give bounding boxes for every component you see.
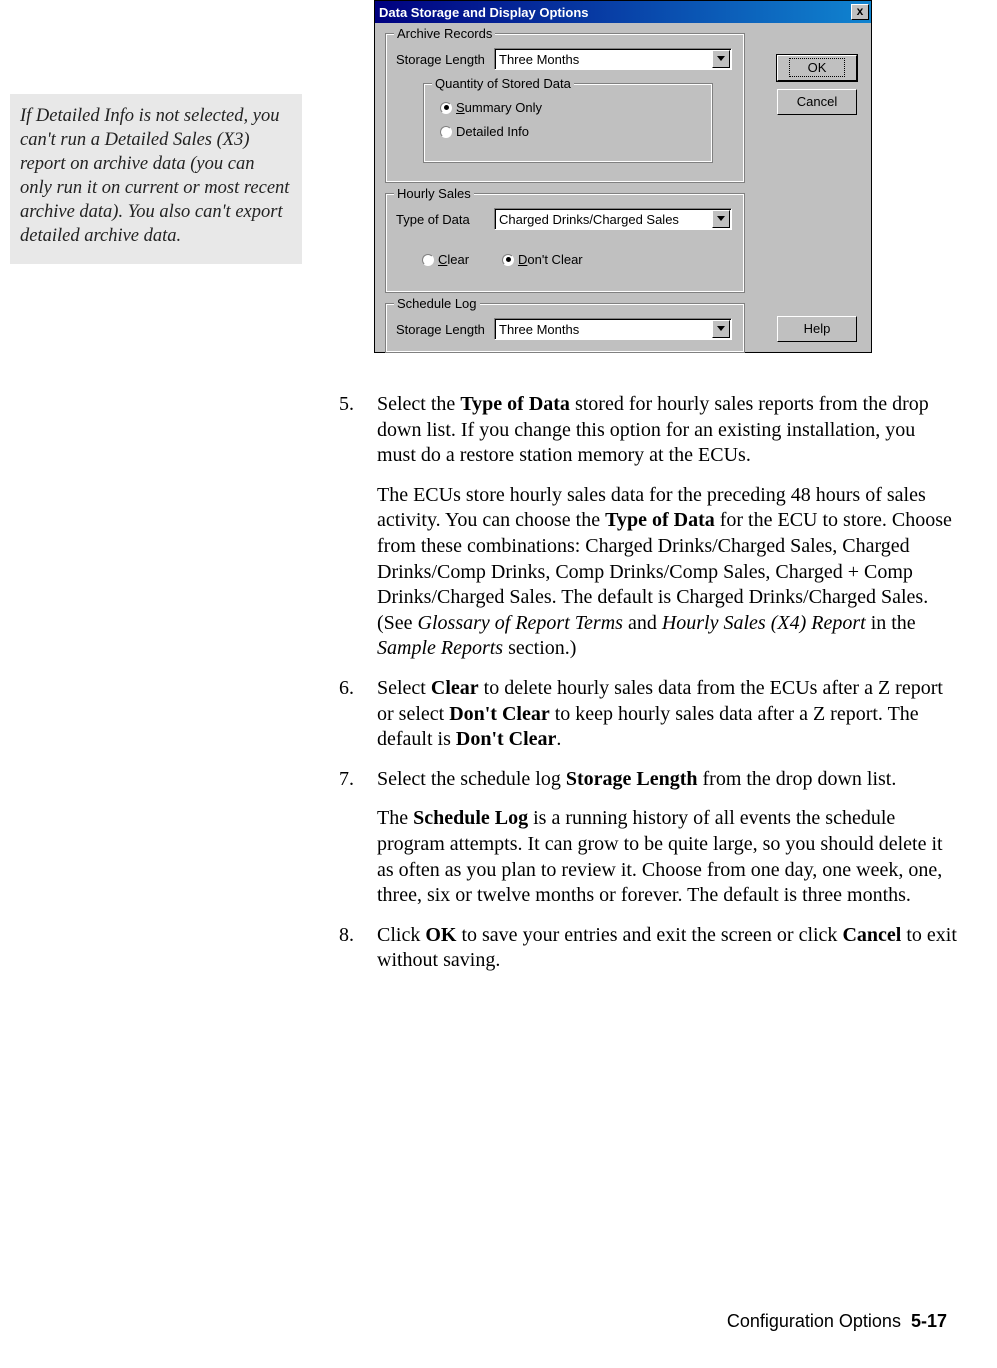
page-footer: Configuration Options 5-17: [727, 1311, 947, 1332]
chevron-down-icon: [712, 320, 730, 338]
legend-schedule: Schedule Log: [394, 296, 480, 311]
radio-icon: [440, 102, 452, 114]
label-type-of-data: Type of Data: [396, 212, 470, 227]
dropdown-value: Charged Drinks/Charged Sales: [499, 212, 679, 227]
radio-icon: [440, 126, 452, 138]
group-quantity-stored-data: Quantity of Stored Data Summary Only Det…: [423, 83, 713, 163]
step-8: 8. Click OK to save your entries and exi…: [339, 923, 959, 974]
radio-label: Don't Clear: [518, 252, 583, 267]
radio-icon: [422, 254, 434, 266]
radio-label: Clear: [438, 252, 469, 267]
step-5-detail: The ECUs store hourly sales data for the…: [377, 483, 959, 662]
step-body: Select the schedule log Storage Length f…: [377, 767, 959, 793]
dialog-data-storage: Data Storage and Display Options x Archi…: [374, 0, 872, 353]
help-button[interactable]: Help: [777, 316, 857, 342]
legend-quantity: Quantity of Stored Data: [432, 76, 574, 91]
dropdown-archive-storage-length[interactable]: Three Months: [494, 48, 732, 70]
step-body: Select the Type of Data stored for hourl…: [377, 392, 959, 469]
step-number: 5.: [339, 392, 377, 469]
ok-button[interactable]: OK: [777, 55, 857, 81]
footer-section: Configuration Options: [727, 1311, 901, 1331]
group-schedule-log: Schedule Log Storage Length Three Months: [385, 303, 745, 353]
radio-dont-clear[interactable]: Don't Clear: [502, 252, 583, 267]
radio-detailed-info[interactable]: Detailed Info: [440, 124, 529, 139]
titlebar: Data Storage and Display Options x: [375, 1, 871, 23]
legend-hourly: Hourly Sales: [394, 186, 474, 201]
dropdown-schedule-storage-length[interactable]: Three Months: [494, 318, 732, 340]
dropdown-type-of-data[interactable]: Charged Drinks/Charged Sales: [494, 208, 732, 230]
body-text: 5. Select the Type of Data stored for ho…: [339, 392, 959, 988]
dialog-body: Archive Records Storage Length Three Mon…: [375, 23, 871, 352]
label-storage-length-schedule: Storage Length: [396, 322, 485, 337]
step-number: 8.: [339, 923, 377, 974]
step-number: 6.: [339, 676, 377, 753]
cancel-button[interactable]: Cancel: [777, 89, 857, 115]
radio-label: Summary Only: [456, 100, 542, 115]
step-6: 6. Select Clear to delete hourly sales d…: [339, 676, 959, 753]
chevron-down-icon: [712, 50, 730, 68]
step-5: 5. Select the Type of Data stored for ho…: [339, 392, 959, 469]
radio-icon: [502, 254, 514, 266]
step-body: Select Clear to delete hourly sales data…: [377, 676, 959, 753]
dropdown-value: Three Months: [499, 322, 579, 337]
dialog-title: Data Storage and Display Options: [379, 5, 589, 20]
close-button[interactable]: x: [851, 4, 869, 20]
radio-label: Detailed Info: [456, 124, 529, 139]
label-storage-length-archive: Storage Length: [396, 52, 485, 67]
dropdown-value: Three Months: [499, 52, 579, 67]
step-number: 7.: [339, 767, 377, 793]
chevron-down-icon: [712, 210, 730, 228]
step-body: Click OK to save your entries and exit t…: [377, 923, 959, 974]
legend-archive: Archive Records: [394, 26, 495, 41]
step-7-detail: The Schedule Log is a running history of…: [377, 806, 959, 908]
sidebar-note: If Detailed Info is not selected, you ca…: [10, 94, 302, 264]
step-7: 7. Select the schedule log Storage Lengt…: [339, 767, 959, 793]
radio-clear[interactable]: Clear: [422, 252, 469, 267]
group-hourly-sales: Hourly Sales Type of Data Charged Drinks…: [385, 193, 745, 293]
footer-page-number: 5-17: [911, 1311, 947, 1331]
radio-summary-only[interactable]: Summary Only: [440, 100, 542, 115]
